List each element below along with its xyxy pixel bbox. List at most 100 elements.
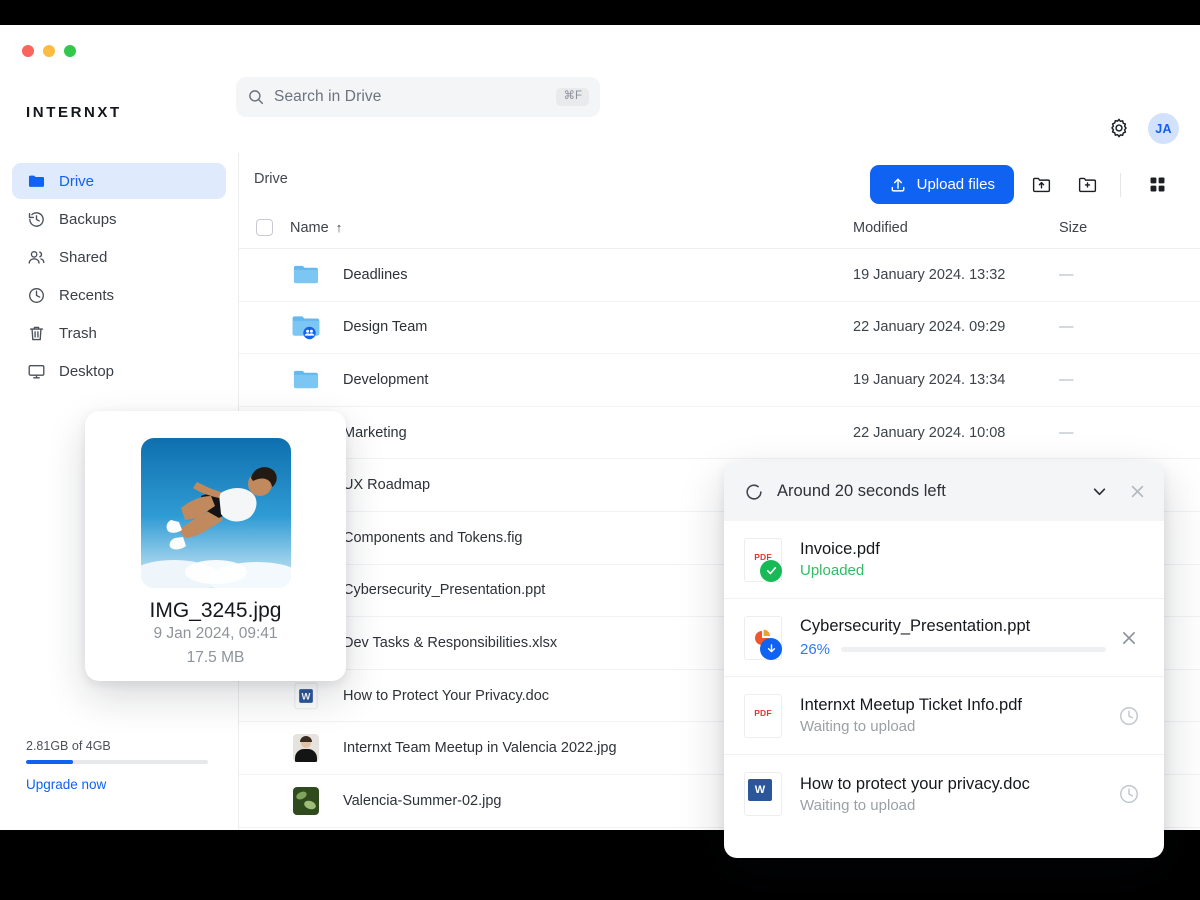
storage-label: 2.81GB of 4GB [26, 739, 111, 753]
pdf-label: PDF [754, 551, 772, 562]
sidebar-item-label: Backups [59, 210, 117, 228]
avatar[interactable]: JA [1148, 113, 1179, 144]
upload-item-text: Invoice.pdf Uploaded [800, 540, 1106, 579]
toolbar-divider [1120, 172, 1121, 197]
row-file-name: Components and Tokens.fig [343, 529, 523, 546]
upload-item: PDF Internxt Meetup Ticket Info.pdf Waitin… [724, 677, 1164, 755]
sidebar-item-shared[interactable]: Shared [12, 239, 226, 275]
clock-icon [26, 285, 46, 305]
upload-in-progress-badge [760, 637, 782, 660]
row-modified: 22 January 2024. 10:08 [853, 424, 1006, 441]
cancel-upload-icon[interactable] [1118, 627, 1140, 649]
storage-widget: 2.81GB of 4GB Upgrade now [26, 739, 212, 792]
pending-clock-icon [1120, 785, 1138, 803]
row-file-icon [291, 365, 321, 395]
history-icon [26, 209, 46, 229]
upload-item-action[interactable] [1114, 627, 1144, 649]
table-row[interactable]: Development 19 January 2024. 13:34 — [239, 354, 1200, 407]
row-file-name: UX Roadmap [343, 477, 431, 494]
svg-text:W: W [302, 690, 311, 701]
upload-item-icon [744, 615, 782, 660]
row-file-name: Design Team [343, 319, 428, 336]
upload-progress-track [841, 647, 1106, 652]
app-logo: INTERNXT [26, 104, 122, 121]
search-shortcut-badge: ⌘F [556, 88, 589, 106]
trash-icon [26, 323, 46, 343]
row-modified: 19 January 2024. 13:32 [853, 266, 1006, 283]
new-folder-button[interactable] [1068, 166, 1106, 204]
row-file-icon: W [291, 681, 321, 711]
sidebar-item-label: Desktop [59, 362, 115, 380]
upload-item-text: How to protect your privacy.doc Waiting t… [800, 775, 1106, 814]
upload-item-text: Cybersecurity_Presentation.ppt 26% [800, 617, 1106, 658]
row-file-icon [291, 260, 321, 290]
upload-item-icon: W [744, 772, 782, 816]
monitor-icon [26, 361, 46, 381]
upload-icon [891, 178, 905, 192]
upload-item-text: Internxt Meetup Ticket Info.pdf Waiting t… [800, 696, 1106, 735]
upload-item-list: PDF Invoice.pdf Uploaded Cybersecurity_Pres… [724, 521, 1164, 833]
search-input[interactable]: Search in Drive ⌘F [236, 77, 600, 117]
close-panel-button[interactable] [1124, 479, 1150, 505]
image-thumbnail-leaf [293, 786, 319, 815]
pending-clock-icon [1120, 706, 1138, 725]
window-traffic-lights [22, 45, 76, 57]
upload-files-label: Upload files [916, 176, 995, 193]
table-row[interactable]: Design Team 22 January 2024. 09:29 — [239, 302, 1200, 355]
grid-view-button[interactable] [1138, 166, 1176, 204]
sidebar-item-trash[interactable]: Trash [12, 315, 226, 351]
upload-panel-title: Around 20 seconds left [777, 482, 946, 500]
upgrade-now-link[interactable]: Upgrade now [26, 777, 212, 792]
folder-icon [293, 266, 319, 284]
folder-icon [26, 171, 46, 191]
folder-plus-icon [1078, 177, 1096, 193]
sidebar-item-recents[interactable]: Recents [12, 277, 226, 313]
minimize-window-button[interactable] [43, 45, 55, 57]
file-preview-card[interactable]: IMG_3245.jpg 9 Jan 2024, 09:41 17.5 MB [85, 411, 346, 681]
collapse-panel-button[interactable] [1086, 479, 1112, 505]
check-icon [766, 566, 776, 575]
sort-ascending-icon: ↑ [335, 220, 343, 235]
column-header-modified[interactable]: Modified [853, 220, 908, 236]
gear-icon[interactable] [1108, 117, 1130, 139]
word-file-icon: W [294, 682, 318, 709]
upload-item-icon: PDF [744, 693, 782, 738]
storage-progress-fill [26, 760, 74, 764]
select-all-checkbox[interactable] [256, 219, 273, 236]
upload-item-name: How to protect your privacy.doc [800, 774, 1030, 793]
row-file-name: Development [343, 371, 429, 388]
upload-item-name: Internxt Meetup Ticket Info.pdf [800, 696, 1022, 714]
maximize-window-button[interactable] [64, 45, 76, 57]
close-window-button[interactable] [22, 45, 34, 57]
upload-item: W How to protect your privacy.doc Waiting … [724, 755, 1164, 833]
close-icon [1131, 485, 1143, 498]
people-icon [26, 247, 46, 267]
sidebar-item-desktop[interactable]: Desktop [12, 353, 226, 389]
table-row[interactable]: Deadlines 19 January 2024. 13:32 — [239, 249, 1200, 302]
preview-filename: IMG_3245.jpg [149, 599, 282, 622]
search-placeholder: Search in Drive [274, 88, 382, 105]
toolbar-actions: Upload files [869, 165, 1176, 204]
upload-progress-row: 26% [800, 641, 1106, 658]
sidebar-item-label: Recents [59, 286, 115, 304]
sidebar-item-drive[interactable]: Drive [12, 163, 226, 199]
loading-spinner-icon [746, 483, 762, 500]
upload-files-button[interactable]: Upload files [869, 165, 1014, 204]
upload-status: Waiting to upload [800, 796, 916, 814]
sidebar-item-backups[interactable]: Backups [12, 201, 226, 237]
screenshot-stage: INTERNXT Search in Drive ⌘F JA Drive Bac… [0, 0, 1200, 900]
upload-folder-button[interactable] [1022, 166, 1060, 204]
shared-folder-icon [292, 316, 320, 340]
grid-icon [1150, 177, 1164, 192]
row-file-name: Cybersecurity_Presentation.ppt [343, 582, 546, 599]
download-arrow-icon [767, 644, 775, 653]
upload-item: Cybersecurity_Presentation.ppt 26% [724, 599, 1164, 677]
row-file-name: Dev Tasks & Responsibilities.xlsx [343, 634, 558, 651]
sidebar-item-label: Drive [59, 172, 95, 190]
column-header-size[interactable]: Size [1059, 220, 1087, 236]
row-file-name: How to Protect Your Privacy.doc [343, 687, 550, 704]
upload-item-action [1114, 705, 1144, 727]
breadcrumb[interactable]: Drive [254, 171, 288, 187]
column-header-name[interactable]: Name ↑ [290, 220, 342, 236]
table-row[interactable]: Marketing 22 January 2024. 10:08 — [239, 407, 1200, 460]
